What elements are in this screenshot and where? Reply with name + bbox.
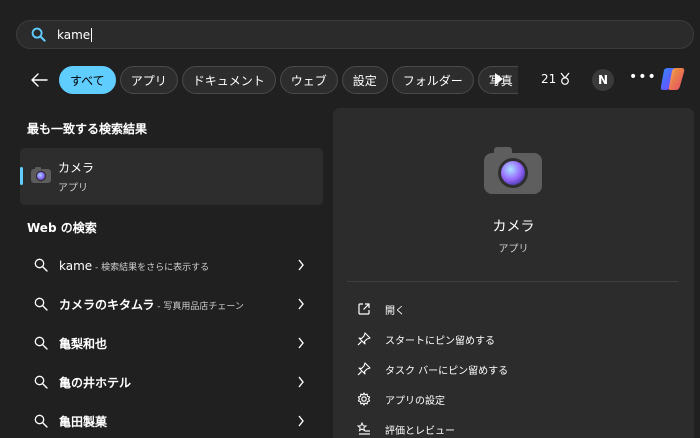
- filter-documents[interactable]: ドキュメント: [181, 66, 276, 94]
- web-result-row[interactable]: kame - 検索結果をさらに表示する: [20, 246, 323, 285]
- scroll-right-icon[interactable]: [494, 73, 504, 85]
- web-result-label: kame - 検索結果をさらに表示する: [59, 259, 209, 273]
- search-icon: [34, 336, 48, 350]
- filter-apps[interactable]: アプリ: [119, 66, 178, 94]
- chevron-right-icon: [298, 298, 304, 310]
- camera-app-icon: [484, 147, 542, 194]
- search-icon: [34, 258, 48, 272]
- web-result-term: kame: [59, 258, 93, 273]
- search-box[interactable]: kame: [16, 20, 694, 49]
- copilot-icon[interactable]: [659, 66, 687, 92]
- web-result-label: 亀梨和也: [59, 335, 107, 352]
- details-title: カメラ: [492, 219, 535, 235]
- more-options-icon[interactable]: •••: [629, 69, 657, 85]
- web-result-row[interactable]: 亀の井ホテル: [20, 363, 323, 402]
- filter-all[interactable]: すべて: [59, 66, 116, 94]
- web-result-label: カメラのキタムラ - 写真用品店チェーン: [59, 296, 244, 313]
- web-result-term: 亀田製菓: [59, 415, 108, 429]
- chevron-right-icon: [298, 337, 304, 349]
- pin-icon: [357, 332, 371, 346]
- best-match-type: アプリ: [58, 183, 88, 194]
- search-icon: [34, 297, 48, 311]
- search-input[interactable]: kame: [57, 27, 93, 42]
- chevron-right-icon: [298, 415, 304, 427]
- search-icon: [31, 27, 46, 42]
- search-icon: [34, 414, 48, 428]
- rate-review-icon: [357, 422, 370, 435]
- web-result-row[interactable]: カメラのキタムラ - 写真用品店チェーン: [20, 285, 323, 324]
- action-label: 評価とレビュー: [385, 425, 455, 437]
- action-label: 開く: [385, 305, 405, 317]
- web-result-term: カメラのキタムラ: [59, 298, 155, 312]
- action-open[interactable]: 開く: [357, 299, 405, 319]
- points-count: 21: [541, 72, 557, 86]
- medal-icon: [560, 72, 570, 85]
- filter-web[interactable]: ウェブ: [279, 66, 338, 94]
- best-match-name: カメラ: [58, 161, 95, 175]
- action-pin-start[interactable]: スタートにピン留めする: [357, 329, 495, 349]
- pin-icon: [357, 362, 371, 376]
- action-app-settings[interactable]: アプリの設定: [357, 389, 445, 409]
- text-caret: [91, 27, 93, 42]
- divider: [347, 281, 678, 282]
- best-match-item[interactable]: カメラ アプリ: [20, 148, 323, 205]
- web-search-heading: Web の検索: [27, 221, 97, 235]
- filter-bar: すべて アプリ ドキュメント ウェブ 設定 フォルダー 写真 21 N •••: [0, 64, 700, 96]
- action-pin-taskbar[interactable]: タスク バーにピン留めする: [357, 359, 508, 379]
- web-result-subtext: - 写真用品店チェーン: [154, 302, 244, 312]
- details-panel: カメラ アプリ 開く スタートにピン留めする タスク バーにピン留めする アプリ…: [333, 108, 694, 438]
- gear-icon: [357, 392, 371, 406]
- web-result-label: 亀の井ホテル: [59, 374, 131, 391]
- back-arrow-icon[interactable]: [30, 72, 48, 88]
- action-label: アプリの設定: [385, 395, 445, 407]
- details-type: アプリ: [498, 244, 529, 255]
- search-query: kame: [57, 27, 91, 42]
- action-label: タスク バーにピン留めする: [385, 365, 509, 377]
- action-label: スタートにピン留めする: [385, 335, 495, 347]
- chevron-right-icon: [298, 259, 304, 271]
- web-result-label: 亀田製菓: [59, 413, 107, 430]
- web-result-term: 亀の井ホテル: [59, 376, 132, 390]
- camera-app-icon: [31, 167, 51, 183]
- filter-folders[interactable]: フォルダー: [391, 66, 474, 94]
- web-result-row[interactable]: 亀田製菓: [20, 402, 323, 438]
- best-match-heading: 最も一致する検索結果: [27, 122, 148, 136]
- search-icon: [34, 375, 48, 389]
- chevron-right-icon: [298, 376, 304, 388]
- selection-indicator: [20, 167, 23, 185]
- filter-settings[interactable]: 設定: [341, 66, 388, 94]
- action-rate-review[interactable]: 評価とレビュー: [357, 419, 455, 438]
- web-result-subtext: - 検索結果をさらに表示する: [92, 262, 210, 273]
- web-result-term: 亀梨和也: [59, 337, 108, 351]
- open-icon: [358, 303, 370, 315]
- rewards-points[interactable]: 21: [541, 72, 572, 86]
- account-avatar[interactable]: N: [592, 69, 614, 91]
- filter-chips: すべて アプリ ドキュメント ウェブ 設定 フォルダー 写真: [59, 66, 518, 94]
- web-result-row[interactable]: 亀梨和也: [20, 324, 323, 363]
